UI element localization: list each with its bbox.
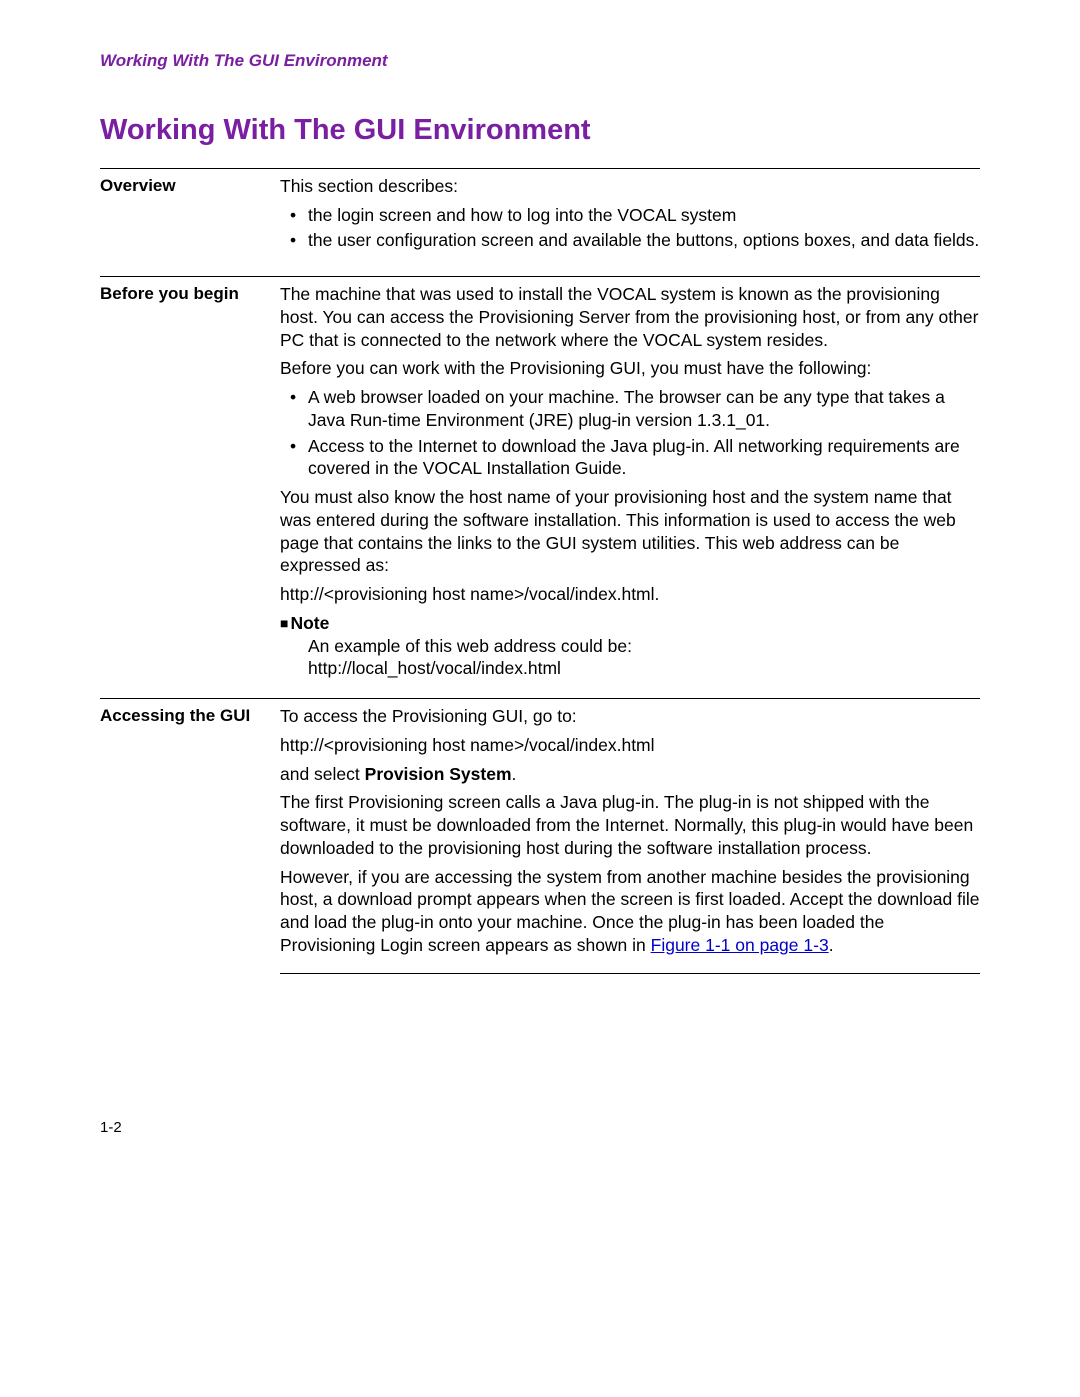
before-p2: Before you can work with the Provisionin… <box>280 357 980 380</box>
figure-link[interactable]: Figure 1-1 on page 1-3 <box>651 935 829 955</box>
section-label-accessing: Accessing the GUI <box>100 705 280 974</box>
page-title: Working With The GUI Environment <box>100 112 980 150</box>
accessing-p3c: . <box>512 764 517 784</box>
running-header: Working With The GUI Environment <box>100 50 980 72</box>
section-body-before: The machine that was used to install the… <box>280 283 980 680</box>
provision-system-label: Provision System <box>365 764 512 784</box>
overview-bullets: the login screen and how to log into the… <box>280 204 980 253</box>
list-item: A web browser loaded on your machine. Th… <box>308 386 980 432</box>
list-item: the user configuration screen and availa… <box>308 229 980 252</box>
accessing-p5: However, if you are accessing the system… <box>280 866 980 957</box>
note-heading: Note <box>280 613 329 633</box>
section-label-before: Before you begin <box>100 283 280 680</box>
section-divider <box>280 973 980 974</box>
accessing-p3a: and select <box>280 764 365 784</box>
section-accessing-gui: Accessing the GUI To access the Provisio… <box>100 698 980 974</box>
before-p1: The machine that was used to install the… <box>280 283 980 351</box>
section-before-you-begin: Before you begin The machine that was us… <box>100 276 980 680</box>
note-block: Note An example of this web address coul… <box>280 612 980 680</box>
note-body: An example of this web address could be:… <box>308 635 980 681</box>
accessing-p5a: However, if you are accessing the system… <box>280 867 979 955</box>
before-p4: http://<provisioning host name>/vocal/in… <box>280 583 980 606</box>
accessing-p2: http://<provisioning host name>/vocal/in… <box>280 734 980 757</box>
before-bullets: A web browser loaded on your machine. Th… <box>280 386 980 480</box>
accessing-p3: and select Provision System. <box>280 763 980 786</box>
list-item: the login screen and how to log into the… <box>308 204 980 227</box>
note-line1: An example of this web address could be: <box>308 636 632 656</box>
section-label-overview: Overview <box>100 175 280 258</box>
section-overview: Overview This section describes: the log… <box>100 168 980 258</box>
accessing-p1: To access the Provisioning GUI, go to: <box>280 705 980 728</box>
list-item: Access to the Internet to download the J… <box>308 435 980 481</box>
before-p3: You must also know the host name of your… <box>280 486 980 577</box>
accessing-p5b: . <box>829 935 834 955</box>
overview-intro: This section describes: <box>280 175 980 198</box>
accessing-p4: The first Provisioning screen calls a Ja… <box>280 791 980 859</box>
section-body-overview: This section describes: the login screen… <box>280 175 980 258</box>
note-line2: http://local_host/vocal/index.html <box>308 658 561 678</box>
page-number: 1-2 <box>100 1118 122 1138</box>
section-body-accessing: To access the Provisioning GUI, go to: h… <box>280 705 980 974</box>
